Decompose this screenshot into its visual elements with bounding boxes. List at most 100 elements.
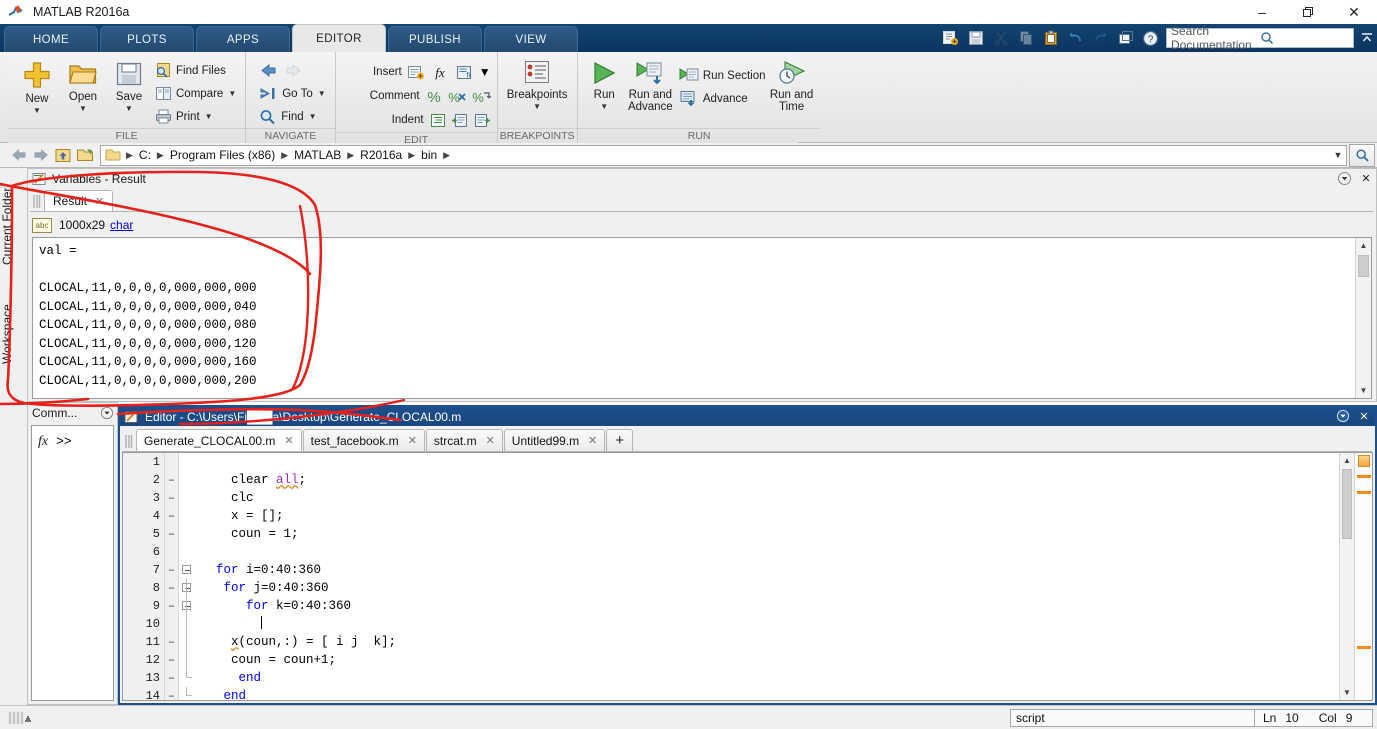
back-arrow-icon[interactable] [8, 144, 30, 166]
tab-apps[interactable]: APPS [196, 26, 290, 52]
close-icon[interactable]: ✕ [1357, 409, 1371, 423]
editor-code-text[interactable]: clear all; clc x = []; coun = 1; for i=0… [197, 453, 1332, 700]
close-button[interactable]: ✕ [1331, 0, 1377, 24]
chevron-down-icon[interactable]: ▼ [318, 89, 326, 98]
uncomment-icon[interactable]: % [447, 88, 467, 105]
path-breadcrumb-field[interactable]: ▶ C: ▶ Program Files (x86) ▶ MATLAB ▶ R2… [100, 144, 1347, 166]
analyzer-warning-marker[interactable] [1357, 475, 1371, 478]
scrollbar-thumb[interactable] [1358, 255, 1369, 277]
breakpoint-slot[interactable]: – [165, 633, 178, 651]
sidebar-tab-workspace[interactable]: Workspace [0, 288, 28, 380]
browse-folder-icon[interactable] [74, 144, 96, 166]
wrap-comment-icon[interactable]: % [471, 88, 491, 105]
fx-function-icon[interactable]: fx [38, 434, 48, 450]
breakpoint-slot[interactable]: – [165, 597, 178, 615]
chevron-down-icon[interactable]: ▼ [600, 102, 608, 111]
breakpoint-slot[interactable] [165, 615, 178, 633]
chevron-down-icon[interactable]: ▼ [228, 89, 236, 98]
breadcrumb-item-4[interactable]: bin [418, 148, 440, 162]
editor-fold-column[interactable] [179, 453, 197, 700]
chevron-down-icon[interactable]: ▼ [533, 102, 541, 111]
breakpoint-slot[interactable]: – [165, 489, 178, 507]
breakpoint-slot[interactable]: – [165, 507, 178, 525]
run-section-button[interactable]: Run Section [676, 64, 769, 87]
new-tab-button[interactable]: + [606, 429, 634, 451]
new-button[interactable]: New ▼ [14, 56, 60, 115]
undo-icon[interactable] [1064, 27, 1087, 49]
find-button[interactable]: Find ▼ [256, 105, 328, 128]
smart-indent-icon[interactable] [429, 112, 447, 129]
indent-left-icon[interactable] [473, 112, 491, 129]
close-icon[interactable]: ✕ [588, 434, 597, 447]
tab-view[interactable]: VIEW [484, 26, 578, 52]
up-folder-icon[interactable] [52, 144, 74, 166]
breakpoint-slot[interactable]: – [165, 525, 178, 543]
run-button[interactable]: Run ▼ [584, 56, 625, 111]
editor-tab-untitled99[interactable]: Untitled99.m ✕ [503, 429, 606, 451]
new-script-icon[interactable] [939, 27, 962, 49]
tab-plots[interactable]: PLOTS [100, 26, 194, 52]
compare-button[interactable]: Compare ▼ [152, 82, 239, 105]
chevron-down-icon[interactable]: ▼ [79, 104, 87, 113]
breakpoint-slot[interactable]: – [165, 651, 178, 669]
breadcrumb-item-1[interactable]: Program Files (x86) [167, 148, 278, 162]
close-icon[interactable]: ✕ [95, 195, 104, 208]
chevron-down-icon[interactable]: ▼ [1356, 383, 1371, 398]
chevron-down-icon[interactable]: ▼ [1330, 150, 1346, 160]
comment-percent-icon[interactable]: % [425, 88, 443, 105]
chevron-down-icon[interactable]: ▼ [309, 112, 317, 121]
code-analyzer-strip[interactable] [1354, 453, 1372, 700]
run-and-time-button[interactable]: Run and Time [769, 56, 815, 113]
variable-type-link[interactable]: char [110, 218, 133, 232]
variable-content-area[interactable]: val = CLOCAL,11,0,0,0,0,000,000,000 CLOC… [32, 237, 1372, 399]
insert-block-icon[interactable]: fi [455, 64, 473, 81]
editor-code-area[interactable]: 1 2 3 4 5 6 7 8 9 10 11 12 13 14 – – – –… [122, 452, 1373, 701]
close-icon[interactable]: ✕ [284, 434, 293, 447]
minimize-button[interactable]: – [1239, 0, 1285, 24]
scrollbar-thumb[interactable] [1342, 469, 1352, 539]
fold-toggle-for-loop-k[interactable] [179, 597, 197, 615]
breakpoint-slot[interactable]: – [165, 561, 178, 579]
go-to-button[interactable]: Go To ▼ [256, 82, 328, 105]
chevron-down-icon[interactable]: ▼ [479, 65, 491, 79]
chevron-up-icon[interactable]: ▲ [1356, 238, 1371, 253]
breakpoints-button[interactable]: Breakpoints ▼ [504, 56, 571, 111]
breakpoint-slot[interactable]: – [165, 471, 178, 489]
drag-grip-icon[interactable] [124, 433, 133, 450]
close-icon[interactable]: ✕ [408, 434, 417, 447]
chevron-down-icon[interactable]: ▼ [1340, 685, 1354, 700]
paste-icon[interactable] [1039, 27, 1062, 49]
analyzer-warning-marker[interactable] [1357, 646, 1371, 649]
save-button[interactable]: Save ▼ [106, 56, 152, 113]
fold-toggle-for-loop-i[interactable] [179, 561, 197, 579]
print-button[interactable]: Print ▼ [152, 105, 239, 128]
collapse-ribbon-icon[interactable] [1357, 27, 1377, 49]
chevron-down-icon[interactable]: ▼ [205, 112, 213, 121]
open-button[interactable]: Open ▼ [60, 56, 106, 113]
breakpoint-slot[interactable]: – [165, 579, 178, 597]
editor-vertical-scrollbar[interactable]: ▲ ▼ [1339, 453, 1354, 700]
save-icon[interactable] [964, 27, 987, 49]
editor-breakpoint-column[interactable]: – – – – – – – – – – – [165, 453, 179, 700]
variables-vertical-scrollbar[interactable]: ▲ ▼ [1355, 238, 1371, 398]
path-search-button[interactable] [1349, 143, 1375, 167]
breadcrumb-item-2[interactable]: MATLAB [291, 148, 344, 162]
forward-arrow-icon[interactable] [30, 144, 52, 166]
editor-tab-test-facebook[interactable]: test_facebook.m ✕ [302, 429, 425, 451]
fold-toggle-for-loop-j[interactable] [179, 579, 197, 597]
switch-windows-icon[interactable] [1114, 27, 1137, 49]
insert-icon[interactable] [407, 64, 425, 81]
resize-grip-icon[interactable] [0, 707, 34, 729]
tab-editor[interactable]: EDITOR [292, 24, 386, 52]
breakpoint-slot[interactable] [165, 543, 178, 561]
tab-home[interactable]: HOME [4, 26, 98, 52]
chevron-down-icon[interactable]: ▼ [33, 106, 41, 115]
search-documentation-input[interactable]: Search Documentation [1166, 24, 1354, 52]
panel-menu-icon[interactable] [100, 406, 114, 420]
analyzer-warning-marker[interactable] [1357, 491, 1371, 494]
back-arrow-icon[interactable] [259, 62, 278, 79]
breakpoint-slot[interactable] [165, 453, 178, 471]
breakpoint-slot[interactable]: – [165, 669, 178, 687]
close-icon[interactable]: ✕ [486, 434, 495, 447]
drag-grip-icon[interactable] [32, 193, 41, 210]
